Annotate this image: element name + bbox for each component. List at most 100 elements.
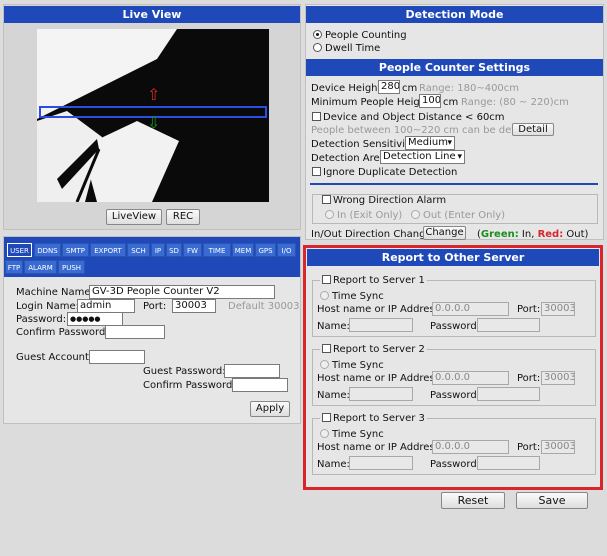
radio-icon: [320, 360, 329, 369]
reset-button[interactable]: Reset: [441, 492, 505, 509]
tab-gps[interactable]: GPS: [255, 243, 276, 257]
tab-alarm[interactable]: ALARM: [24, 260, 57, 274]
confirm-password-input[interactable]: [105, 325, 165, 339]
server-3-name-label: Name:: [317, 459, 350, 470]
server-2-host-label: Host name or IP Address:: [317, 373, 444, 384]
guest-password-label: Guest Password:: [143, 366, 226, 377]
guest-password-input[interactable]: [224, 364, 280, 378]
wrong-direction-label: Wrong Direction Alarm: [333, 195, 447, 206]
server-3-host-label: Host name or IP Address:: [317, 442, 444, 453]
guest-account-label: Guest Account:: [16, 352, 93, 363]
report-title: Report to Other Server: [307, 249, 599, 266]
server-2-password-label: Password:: [430, 390, 481, 401]
server-1-name-label: Name:: [317, 321, 350, 332]
min-height-label: Minimum People Height:: [311, 97, 434, 108]
server-2-time-sync[interactable]: Time Sync: [320, 360, 384, 371]
legend-in: In,: [518, 229, 538, 240]
direction-legend: (Green: In, Red: Out): [477, 229, 588, 240]
server-3-label: Report to Server 3: [333, 413, 425, 424]
tab-push[interactable]: PUSH: [58, 260, 85, 274]
server-1-host-label: Host name or IP Address:: [317, 304, 444, 315]
server-2-port-label: Port:: [517, 373, 541, 384]
detection-area-select[interactable]: Detection Line: [380, 150, 465, 164]
people-counting-radio[interactable]: People Counting: [313, 30, 407, 41]
dwell-time-label: Dwell Time: [325, 43, 381, 54]
radio-selected-icon: [313, 30, 322, 39]
rec-button[interactable]: REC: [166, 209, 200, 225]
people-between-note: People between 100~220 cm can be detecte…: [311, 125, 544, 136]
tab-mem[interactable]: MEM: [232, 243, 254, 257]
tab-user[interactable]: USER: [7, 243, 32, 257]
tab-fw[interactable]: FW: [183, 243, 202, 257]
server-1-password-input[interactable]: [477, 318, 540, 332]
server-3-password-input[interactable]: [477, 456, 540, 470]
server-3-time-sync[interactable]: Time Sync: [320, 429, 384, 440]
direction-change-label: In/Out Direction Change:: [311, 229, 435, 240]
guest-account-input[interactable]: [89, 350, 145, 364]
machine-name-input[interactable]: GV-3D People Counter V2: [89, 285, 275, 299]
server-1-name-input[interactable]: [349, 318, 413, 332]
tab-sd[interactable]: SD: [166, 243, 182, 257]
min-height-input[interactable]: 100: [419, 94, 441, 108]
time-sync-label: Time Sync: [332, 291, 384, 302]
tab-ip[interactable]: IP: [151, 243, 165, 257]
login-name-input[interactable]: admin: [77, 299, 135, 313]
password-input[interactable]: ●●●●●: [67, 312, 123, 326]
tab-smtp[interactable]: SMTP: [62, 243, 89, 257]
in-exit-radio[interactable]: In (Exit Only): [325, 210, 402, 221]
port-default-hint: Default 30003: [228, 301, 300, 312]
server-3-checkbox[interactable]: Report to Server 3: [320, 413, 427, 424]
server-1-time-sync[interactable]: Time Sync: [320, 291, 384, 302]
min-height-range: Range: (80 ~ 220)cm: [461, 97, 569, 108]
server-1-host-input[interactable]: 0.0.0.0: [432, 302, 509, 316]
tab-export[interactable]: EXPORT: [90, 243, 126, 257]
port-label: Port:: [143, 301, 167, 312]
confirm-password-label: Confirm Password:: [16, 327, 109, 338]
machine-name-label: Machine Name:: [16, 287, 94, 298]
sensitivity-label: Detection Sensitivity:: [311, 139, 418, 150]
arrow-up-icon: ⇧: [147, 85, 161, 104]
checkbox-icon: [312, 167, 321, 176]
time-sync-label: Time Sync: [332, 429, 384, 440]
detail-button[interactable]: Detail: [512, 123, 554, 136]
change-button[interactable]: Change: [423, 226, 466, 240]
server-3-name-input[interactable]: [349, 456, 413, 470]
min-height-unit: cm: [443, 97, 459, 108]
tab-ddns[interactable]: DDNS: [34, 243, 61, 257]
legend-green: Green:: [480, 229, 519, 240]
checkbox-icon: [322, 275, 331, 284]
server-3-port-input[interactable]: 30003: [541, 440, 575, 454]
tab-time[interactable]: TIME: [203, 243, 231, 257]
device-height-input[interactable]: 280: [378, 80, 400, 94]
tab-sch[interactable]: SCH: [127, 243, 150, 257]
server-1-port-input[interactable]: 30003: [541, 302, 575, 316]
password-label: Password:: [16, 314, 67, 325]
server-2-host-input[interactable]: 0.0.0.0: [432, 371, 509, 385]
apply-button[interactable]: Apply: [250, 401, 290, 417]
dwell-time-radio[interactable]: Dwell Time: [313, 43, 380, 54]
port-input[interactable]: 30003: [172, 299, 216, 313]
wrong-direction-checkbox[interactable]: Wrong Direction Alarm: [320, 195, 449, 206]
server-3-port-label: Port:: [517, 442, 541, 453]
server-2-port-input[interactable]: 30003: [541, 371, 575, 385]
tab-ftp[interactable]: FTP: [5, 260, 23, 274]
server-1-checkbox[interactable]: Report to Server 1: [320, 275, 427, 286]
server-2-name-input[interactable]: [349, 387, 413, 401]
liveview-button[interactable]: LiveView: [106, 209, 162, 225]
distance-checkbox[interactable]: Device and Object Distance < 60cm: [312, 112, 505, 123]
sensitivity-select[interactable]: Medium: [405, 136, 455, 150]
out-enter-label: Out (Enter Only): [423, 210, 506, 221]
save-button[interactable]: Save: [516, 492, 588, 509]
detection-area-label: Detection Area:: [311, 153, 390, 164]
server-3-host-input[interactable]: 0.0.0.0: [432, 440, 509, 454]
server-1-label: Report to Server 1: [333, 275, 425, 286]
server-2-checkbox[interactable]: Report to Server 2: [320, 344, 427, 355]
server-2-password-input[interactable]: [477, 387, 540, 401]
radio-icon: [320, 429, 329, 438]
people-counter-settings-title: People Counter Settings: [306, 59, 603, 76]
guest-confirm-password-input[interactable]: [232, 378, 288, 392]
out-enter-radio[interactable]: Out (Enter Only): [411, 210, 505, 221]
live-view-title: Live View: [4, 6, 300, 23]
tab-io[interactable]: I/O: [277, 243, 296, 257]
ignore-duplicate-checkbox[interactable]: Ignore Duplicate Detection: [312, 167, 457, 178]
